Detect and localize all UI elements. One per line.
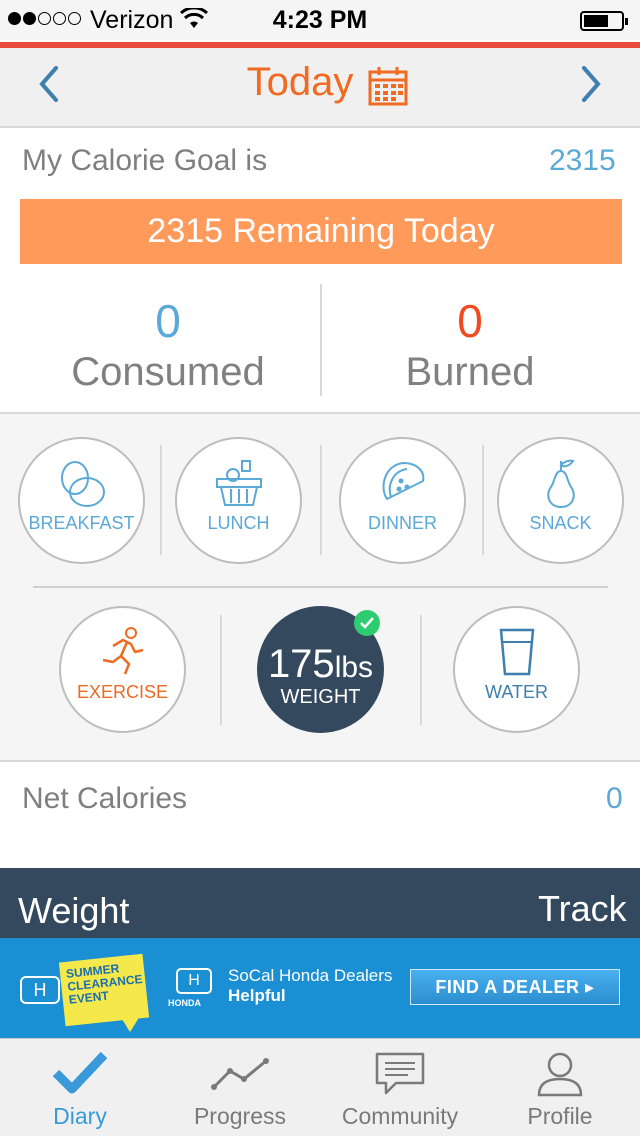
calorie-goal-value[interactable]: 2315 [549,144,616,178]
calendar-icon[interactable] [366,64,410,108]
ad-banner[interactable]: H SUMMER CLEARANCE EVENT H HONDA SoCal H… [0,938,640,1038]
weight-value: 175lbs [267,642,374,686]
honda-logo-icon: H [20,976,60,1004]
eggs-icon [60,461,105,507]
calorie-goal-label: My Calorie Goal is [22,144,268,177]
meal-divider [320,445,322,555]
chat-bubble-icon [375,1052,425,1095]
exercise-label: EXERCISE [76,682,169,702]
meal-divider [160,445,162,555]
ad-brand: HONDA [168,998,201,1008]
dinner-button[interactable]: DINNER [339,437,466,564]
battery-icon [580,11,628,31]
activity-divider [420,615,422,725]
net-calories-value: 0 [606,782,623,815]
page-title: Today [246,60,354,104]
tab-diary-label: Diary [53,1103,107,1129]
section-divider [33,586,608,588]
ad-dealer-text: SoCal Honda Dealers Helpful [228,966,393,1005]
checkmark-badge-icon [354,610,380,636]
chart-line-icon [211,1058,269,1090]
promo-tail [120,1016,140,1032]
tab-community[interactable]: Community [320,1039,480,1136]
weight-section-header: Weight Track [0,868,640,940]
pear-icon [546,459,575,509]
weight-section-title: Weight [18,890,130,931]
tab-community-label: Community [341,1103,459,1129]
snack-label: SNACK [529,513,592,533]
breakfast-button[interactable]: BREAKFAST [18,437,145,564]
snack-button[interactable]: SNACK [497,437,624,564]
lunch-button[interactable]: LUNCH [175,437,302,564]
burned-label: Burned [405,350,535,394]
date-navigation: Today [0,48,640,128]
tab-diary[interactable]: Diary [0,1039,160,1136]
status-bar: Verizon 4:23 PM [0,0,640,40]
water-button[interactable]: WATER [453,606,580,733]
remaining-calories-bar: 2315 Remaining Today [20,199,622,264]
track-weight-button[interactable]: Track [538,888,627,930]
breakfast-label: BREAKFAST [28,513,135,533]
taco-icon [382,461,424,501]
dinner-label: DINNER [367,513,437,533]
burned-stat: 0 Burned [320,294,620,395]
water-label: WATER [485,682,548,702]
chevron-right-icon[interactable] [570,62,610,106]
exercise-button[interactable]: EXERCISE [59,606,186,733]
weight-label: WEIGHT [280,686,361,708]
consumed-label: Consumed [71,350,265,394]
tab-bar: Diary Progress Community Profile [0,1038,640,1136]
running-person-icon [102,627,143,675]
person-icon [537,1052,583,1097]
meal-divider [482,445,484,555]
tab-profile-label: Profile [527,1103,593,1129]
burned-value: 0 [457,295,483,347]
basket-icon [215,460,262,506]
tab-profile[interactable]: Profile [480,1039,640,1136]
find-dealer-button[interactable]: FIND A DEALER ▸ [410,969,620,1005]
water-glass-icon [499,628,534,676]
tab-progress[interactable]: Progress [160,1039,320,1136]
consumed-stat: 0 Consumed [18,294,318,395]
honda-logo-icon: H [176,968,212,994]
consumed-value: 0 [155,295,181,347]
status-time: 4:23 PM [272,6,368,34]
net-calories-label: Net Calories [22,782,188,815]
activity-divider [220,615,222,725]
lunch-label: LUNCH [207,513,270,533]
tab-progress-label: Progress [193,1103,287,1129]
checkmark-icon [52,1051,108,1094]
